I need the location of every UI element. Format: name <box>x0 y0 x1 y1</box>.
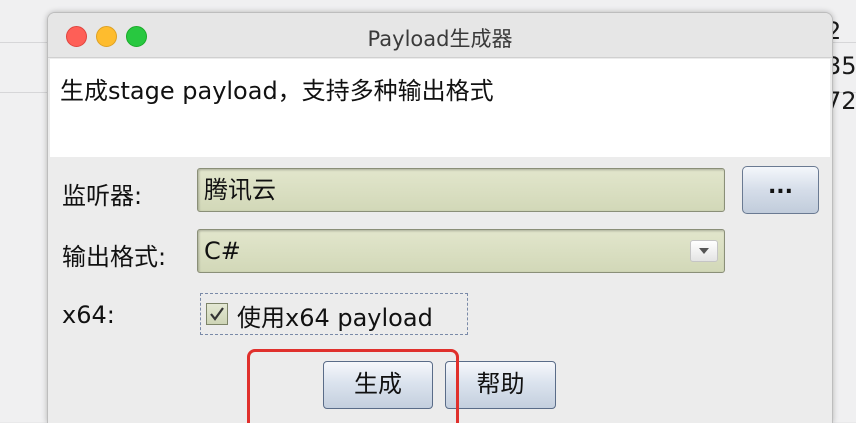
x64-checkbox-group[interactable]: 使用x64 payload <box>200 293 468 335</box>
x64-checkbox[interactable] <box>206 303 228 325</box>
help-button[interactable]: 帮助 <box>445 361 556 409</box>
description-text: 生成stage payload，支持多种输出格式 <box>50 59 830 157</box>
listener-label: 监听器: <box>62 182 143 210</box>
output-format-select[interactable]: C# <box>197 229 725 273</box>
listener-value: 腾讯云 <box>204 176 276 204</box>
highlight-annotation <box>247 349 459 423</box>
x64-checkbox-label: 使用x64 payload <box>237 304 433 332</box>
checkmark-icon <box>210 307 224 321</box>
window-title: Payload生成器 <box>367 27 513 51</box>
dropdown-arrow-icon[interactable] <box>690 240 718 262</box>
listener-field[interactable]: 腾讯云 <box>197 168 725 212</box>
output-format-label: 输出格式: <box>62 243 167 271</box>
payload-generator-dialog: Payload生成器 生成stage payload，支持多种输出格式 监听器:… <box>47 12 833 423</box>
x64-label: x64: <box>62 301 115 329</box>
browse-listener-button[interactable]: ... <box>742 166 819 214</box>
title-bar: Payload生成器 <box>48 13 832 58</box>
output-format-value: C# <box>204 237 241 265</box>
